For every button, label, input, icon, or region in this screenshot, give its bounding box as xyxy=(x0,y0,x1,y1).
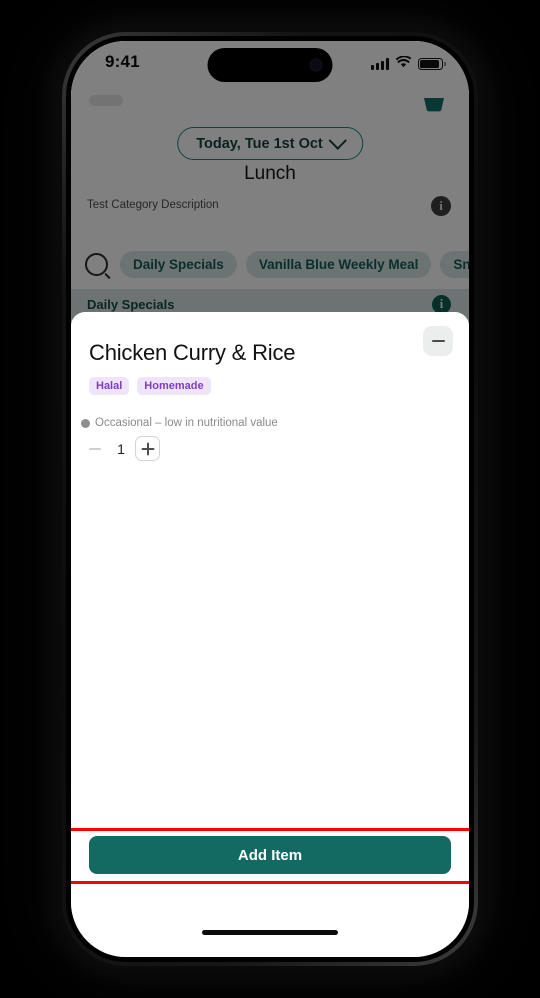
item-title: Chicken Curry & Rice xyxy=(89,340,296,365)
quantity-increment-button[interactable] xyxy=(135,436,160,461)
quantity-decrement-button[interactable] xyxy=(83,437,107,461)
item-tag-row: Halal Homemade xyxy=(89,377,211,395)
minimize-glyph xyxy=(431,340,445,342)
quantity-stepper[interactable]: 1 xyxy=(83,436,160,461)
item-detail-sheet: Chicken Curry & Rice Halal Homemade Occa… xyxy=(71,312,469,957)
screenshot-stage: Today, Tue 1st Oct Lunch Test Category D… xyxy=(0,0,540,998)
tag-halal: Halal xyxy=(89,377,130,395)
minus-icon xyxy=(89,447,101,450)
add-item-highlight-box xyxy=(71,828,469,884)
tag-homemade: Homemade xyxy=(137,377,211,395)
nutrition-note-text: Occasional – low in nutritional value xyxy=(95,417,278,429)
status-dot-icon xyxy=(81,418,90,428)
device-screen: Today, Tue 1st Oct Lunch Test Category D… xyxy=(71,41,469,957)
quantity-value: 1 xyxy=(117,440,125,457)
home-indicator xyxy=(202,930,338,935)
minimize-icon[interactable] xyxy=(423,326,453,356)
nutrition-note: Occasional – low in nutritional value xyxy=(81,417,278,429)
